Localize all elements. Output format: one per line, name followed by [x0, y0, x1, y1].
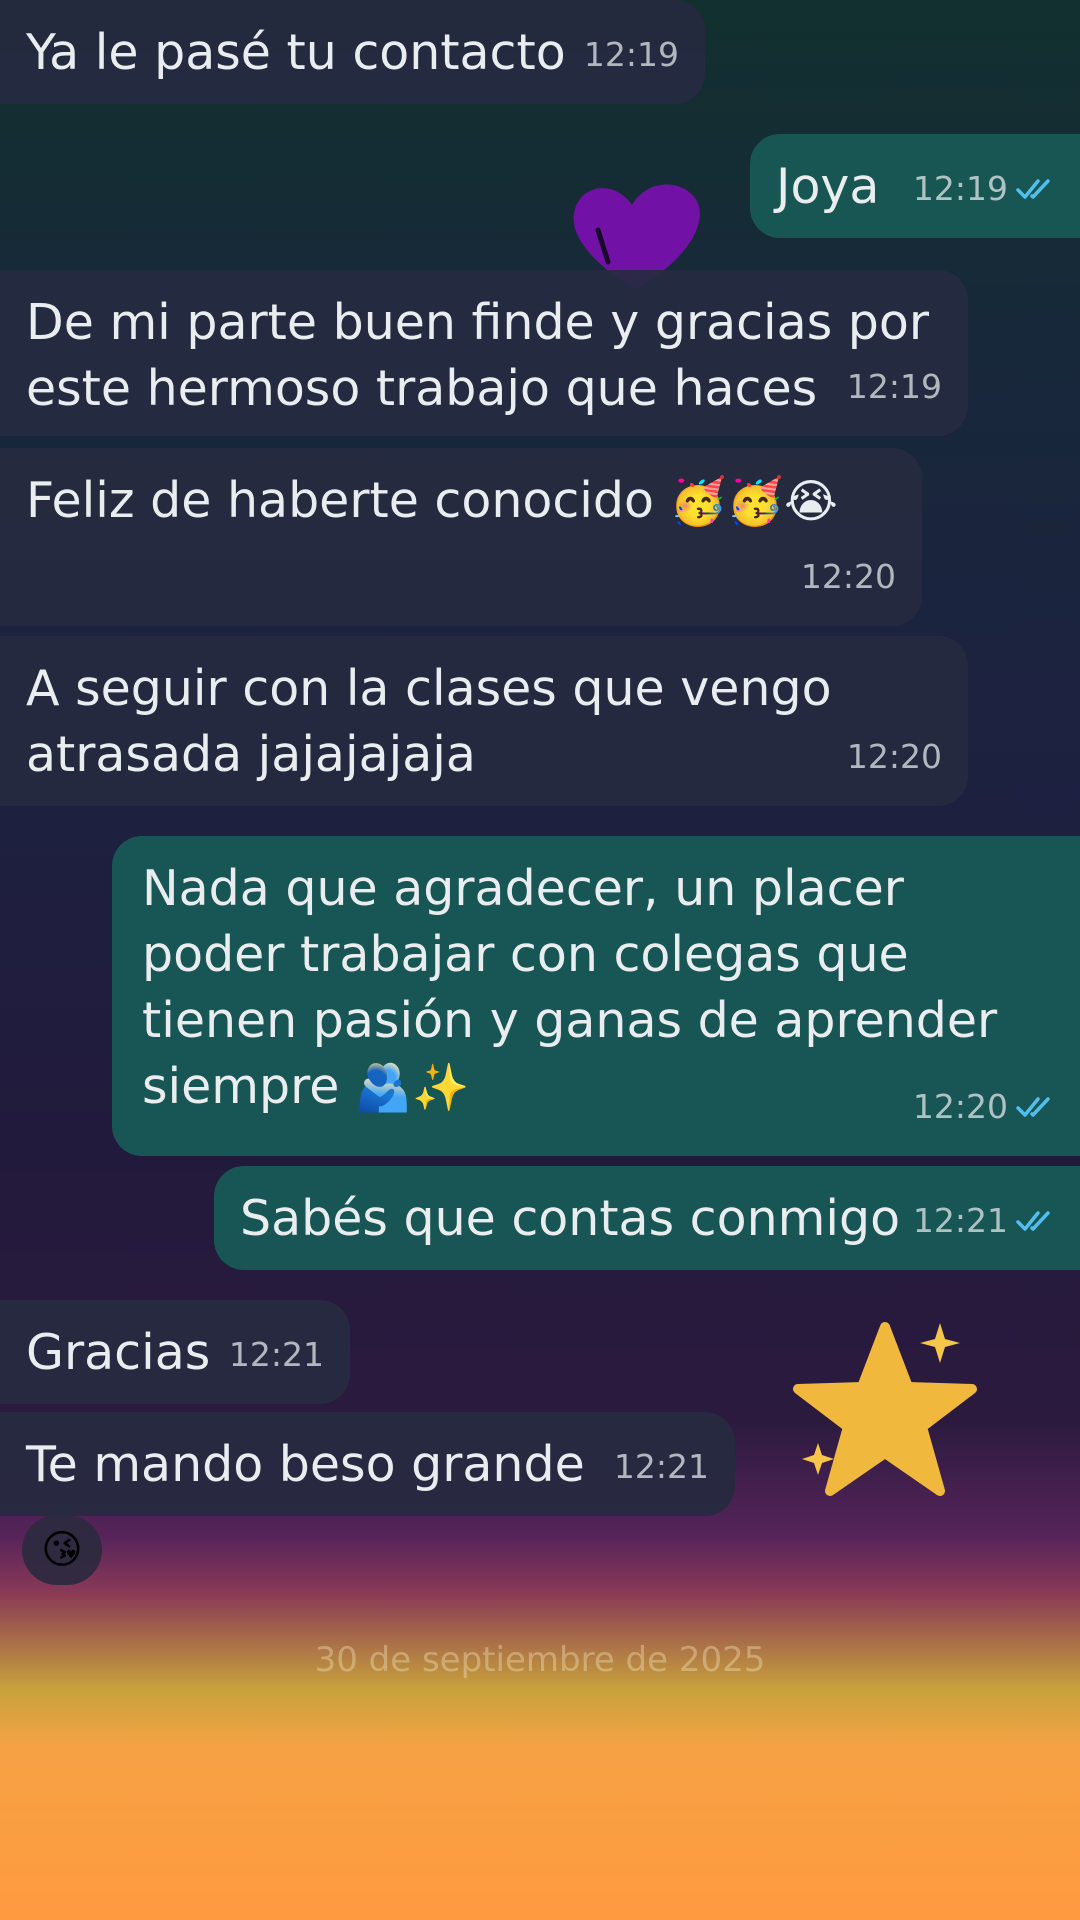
message-outgoing[interactable]: Nada que agradecer, un placer poder trab… — [112, 836, 1080, 1156]
message-text: Feliz de haberte conocido — [26, 472, 655, 529]
message-incoming[interactable]: Gracias 12:21 — [0, 1300, 350, 1404]
message-text: Gracias — [26, 1324, 211, 1381]
star-sticker — [793, 1322, 977, 1496]
message-text: Te mando beso grande — [26, 1436, 585, 1493]
double-check-icon — [1016, 1097, 1050, 1117]
message-incoming[interactable]: De mi parte buen finde y gracias por est… — [0, 270, 968, 436]
double-check-icon — [1016, 179, 1050, 199]
message-time: 12:19 — [912, 169, 1008, 208]
chat-area: Ya le pasé tu contacto 12:19 Joya 12:19 … — [0, 0, 1080, 1920]
message-reaction[interactable]: 😘 — [22, 1515, 102, 1585]
double-check-icon — [1016, 1211, 1050, 1231]
message-text: De mi parte buen finde y gracias por est… — [26, 294, 945, 417]
message-incoming[interactable]: Te mando beso grande 12:21 — [0, 1412, 735, 1516]
message-time: 12:19 — [846, 367, 942, 406]
message-time: 12:21 — [228, 1335, 324, 1374]
message-text: A seguir con la clases que vengo atrasad… — [26, 660, 848, 783]
date-divider: 30 de septiembre de 2025 — [314, 1640, 766, 1680]
message-time: 12:20 — [912, 1087, 1008, 1126]
emoji-group: 🥳🥳😭 — [669, 474, 838, 528]
message-time: 12:21 — [613, 1447, 709, 1486]
message-time: 12:20 — [800, 557, 896, 596]
reaction-emoji: 😘 — [41, 1527, 83, 1573]
message-outgoing[interactable]: Joya 12:19 — [750, 134, 1080, 238]
message-text: Joya — [776, 158, 880, 215]
message-time: 12:21 — [912, 1201, 1008, 1240]
message-text: Ya le pasé tu contacto — [26, 24, 566, 81]
message-time: 12:20 — [846, 737, 942, 776]
message-incoming[interactable]: Feliz de haberte conocido 🥳🥳😭 12:20 — [0, 448, 922, 626]
message-incoming[interactable]: A seguir con la clases que vengo atrasad… — [0, 636, 968, 806]
message-text: Sabés que contas conmigo — [240, 1190, 901, 1247]
message-time: 12:19 — [583, 35, 679, 74]
message-outgoing[interactable]: Sabés que contas conmigo 12:21 — [214, 1166, 1080, 1270]
message-incoming[interactable]: Ya le pasé tu contacto 12:19 — [0, 0, 705, 104]
message-text: Nada que agradecer, un placer poder trab… — [142, 860, 1013, 1115]
emoji-group: 🫂✨ — [354, 1060, 470, 1114]
